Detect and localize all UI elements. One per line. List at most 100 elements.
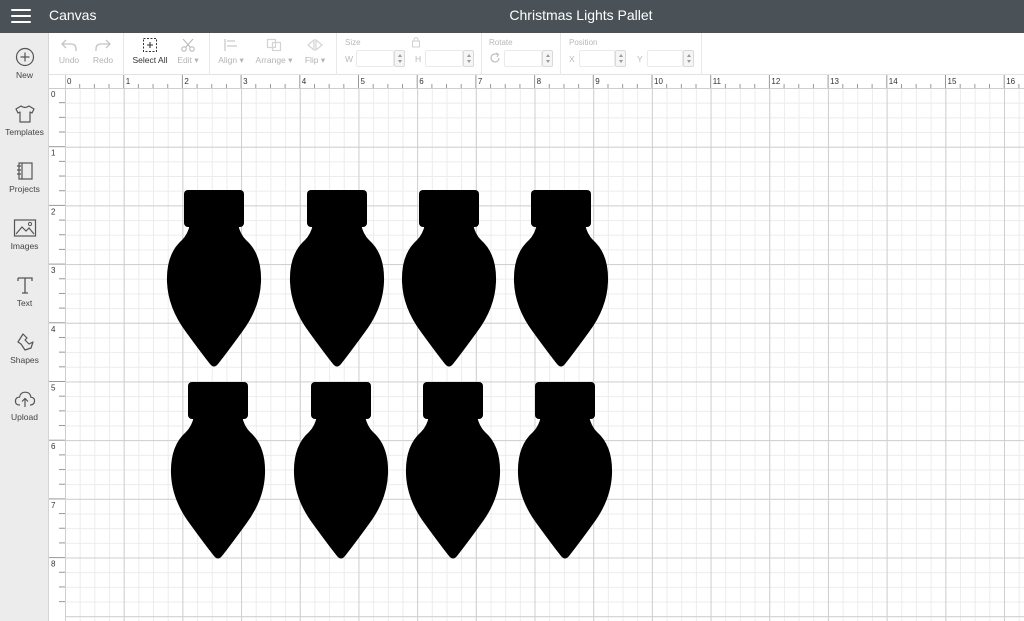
align-dropdown[interactable]: Align ▾ xyxy=(215,36,247,66)
sidebar-item-text[interactable]: Text xyxy=(0,275,49,325)
ruler-label: 16 xyxy=(1006,77,1015,86)
header-bar: Canvas Christmas Lights Pallet xyxy=(0,0,1024,33)
ruler-label: 2 xyxy=(184,77,189,86)
scissors-icon xyxy=(181,38,195,52)
sidebar-item-label: New xyxy=(15,70,33,80)
ruler-label: 3 xyxy=(51,266,56,275)
flip-dropdown[interactable]: Flip ▾ xyxy=(301,36,329,66)
ruler-corner xyxy=(49,75,65,88)
select-all-icon xyxy=(143,38,157,52)
horizontal-ruler-ticks: 0 1 2 3 4 5 6 7 8 9 10 11 12 13 14 15 16 xyxy=(64,75,1020,88)
christmas-light-bulb[interactable] xyxy=(513,190,609,370)
x-label: X xyxy=(569,54,575,64)
ruler-label: 7 xyxy=(478,77,483,86)
toolbar-divider xyxy=(209,33,210,75)
tshirt-icon xyxy=(14,105,35,123)
christmas-light-bulb[interactable] xyxy=(405,382,501,562)
position-label: Position xyxy=(569,38,598,47)
sidebar-item-label: Text xyxy=(16,298,33,308)
ruler-label: 10 xyxy=(654,77,663,86)
undo-label: Undo xyxy=(58,55,80,65)
height-stepper[interactable] xyxy=(463,50,474,67)
select-all-label: Select All xyxy=(132,55,168,65)
rotate-label: Rotate xyxy=(489,38,513,47)
arrange-icon xyxy=(266,38,282,52)
sidebar-item-label: Shapes xyxy=(10,355,39,365)
sidebar-item-projects[interactable]: Projects xyxy=(0,161,49,211)
sidebar-item-templates[interactable]: Templates xyxy=(0,104,49,154)
edit-dropdown[interactable]: Edit ▾ xyxy=(173,36,203,66)
christmas-light-bulb[interactable] xyxy=(170,382,266,562)
width-input[interactable] xyxy=(356,50,394,67)
design-canvas[interactable] xyxy=(65,88,1024,621)
toolbar-divider xyxy=(123,33,124,75)
undo-icon xyxy=(61,39,77,51)
project-title[interactable]: Christmas Lights Pallet xyxy=(0,7,1024,23)
width-label: W xyxy=(345,54,354,64)
x-position-input[interactable] xyxy=(579,50,615,67)
shapes-icon xyxy=(16,333,34,351)
text-icon xyxy=(16,277,33,294)
align-label: Align ▾ xyxy=(218,55,244,65)
y-position-stepper[interactable] xyxy=(683,50,694,67)
ruler-label: 6 xyxy=(51,442,56,451)
rotate-input[interactable] xyxy=(504,50,542,67)
undo-button[interactable]: Undo xyxy=(57,36,81,65)
redo-icon xyxy=(95,39,111,51)
toolbar-divider xyxy=(481,33,482,75)
ruler-label: 12 xyxy=(771,77,780,86)
flip-icon xyxy=(307,38,323,52)
rotate-icon xyxy=(490,52,500,63)
flip-label: Flip ▾ xyxy=(304,55,326,65)
sidebar-item-label: Upload xyxy=(11,412,38,422)
rotate-stepper[interactable] xyxy=(542,50,553,67)
sidebar-item-shapes[interactable]: Shapes xyxy=(0,332,49,382)
image-icon xyxy=(13,219,36,237)
select-all-button[interactable]: Select All xyxy=(129,36,171,65)
christmas-light-bulb[interactable] xyxy=(166,190,262,370)
ruler-label: 7 xyxy=(51,501,56,510)
ruler-label: 5 xyxy=(361,77,366,86)
christmas-light-bulb[interactable] xyxy=(401,190,497,370)
arrange-dropdown[interactable]: Arrange ▾ xyxy=(253,36,295,66)
horizontal-ruler: 0 1 2 3 4 5 6 7 8 9 10 11 12 13 14 15 16 xyxy=(49,75,1024,88)
christmas-light-bulb[interactable] xyxy=(293,382,389,562)
toolbar-divider xyxy=(701,33,702,75)
ruler-label: 9 xyxy=(595,77,600,86)
width-stepper[interactable] xyxy=(394,50,405,67)
ruler-label: 8 xyxy=(537,77,542,86)
arrange-label: Arrange ▾ xyxy=(255,55,293,65)
size-label: Size xyxy=(345,38,361,47)
edit-toolbar: Undo Redo Select All Edit ▾ Align ▾ Arra… xyxy=(49,33,1024,75)
height-label: H xyxy=(415,54,422,64)
left-panel: New Templates Projects Images Text Shape… xyxy=(0,33,49,621)
redo-label: Redo xyxy=(92,55,114,65)
ruler-label: 2 xyxy=(51,207,56,216)
ruler-label: 3 xyxy=(243,77,248,86)
ruler-label: 15 xyxy=(948,77,957,86)
ruler-label: 1 xyxy=(51,149,56,158)
lock-icon[interactable] xyxy=(411,36,421,48)
ruler-label: 4 xyxy=(51,325,56,334)
christmas-light-bulb[interactable] xyxy=(517,382,613,562)
ruler-label: 4 xyxy=(302,77,307,86)
redo-button[interactable]: Redo xyxy=(90,36,116,65)
ruler-label: 11 xyxy=(713,77,722,86)
ruler-label: 6 xyxy=(419,77,424,86)
height-input[interactable] xyxy=(425,50,463,67)
toolbar-divider xyxy=(336,33,337,75)
ruler-label: 1 xyxy=(126,77,131,86)
christmas-light-bulb[interactable] xyxy=(289,190,385,370)
y-position-input[interactable] xyxy=(647,50,683,67)
toolbar-divider xyxy=(560,33,561,75)
x-position-stepper[interactable] xyxy=(615,50,626,67)
sidebar-item-new[interactable]: New xyxy=(0,47,49,97)
vertical-ruler-ticks: 0 1 2 3 4 5 6 7 8 xyxy=(49,88,65,603)
ruler-label: 14 xyxy=(889,77,898,86)
sidebar-item-images[interactable]: Images xyxy=(0,218,49,268)
vertical-ruler: 0 1 2 3 4 5 6 7 8 xyxy=(49,88,65,621)
ruler-label: 5 xyxy=(51,384,56,393)
notebook-icon xyxy=(16,162,33,180)
ruler-label: 8 xyxy=(51,560,56,569)
sidebar-item-upload[interactable]: Upload xyxy=(0,389,49,439)
